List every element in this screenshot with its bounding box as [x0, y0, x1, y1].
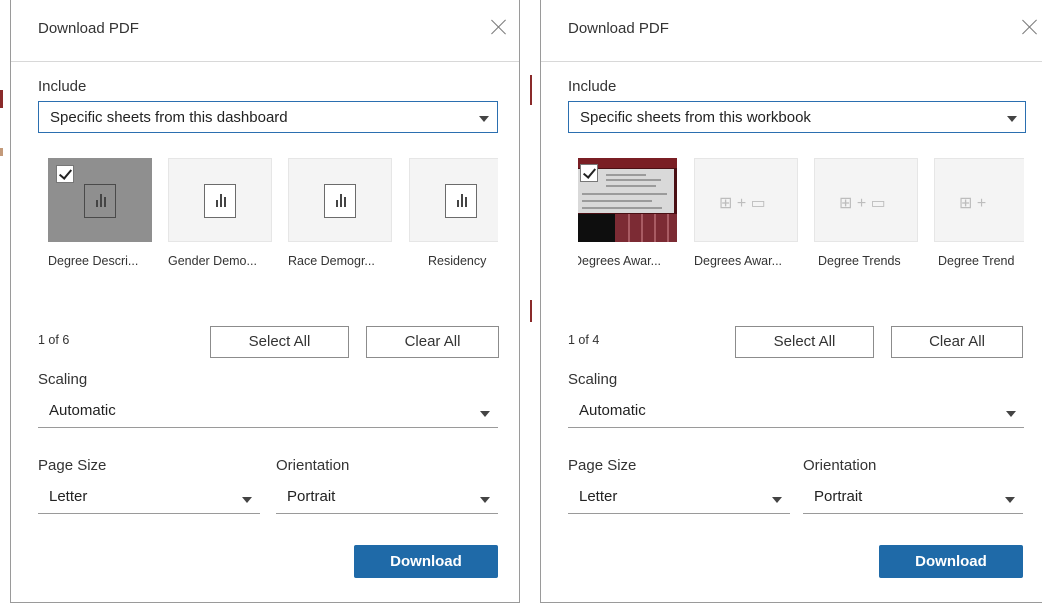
- download-pdf-dialog-dashboard: Download PDF Include Specific sheets fro…: [10, 0, 520, 603]
- background-edge: [530, 300, 532, 322]
- sheet-name: Gender Demo...: [168, 254, 257, 268]
- include-select[interactable]: Specific sheets from this dashboard: [38, 101, 498, 133]
- chevron-down-icon: [242, 497, 252, 503]
- page-size-value: Letter: [579, 488, 618, 505]
- sheet-name: Degree Trend: [938, 254, 1015, 268]
- sheet-thumbnail-box: [168, 158, 272, 242]
- scaling-value: Automatic: [579, 402, 646, 419]
- dialog-header: Download PDF: [541, 0, 1042, 62]
- orientation-select[interactable]: Portrait: [276, 484, 498, 514]
- sheet-thumbnail-box: [48, 158, 152, 242]
- bar-chart-icon: [445, 184, 477, 218]
- background-edge: [0, 90, 3, 108]
- dashboard-placeholder-icon: ⊞ + ▭: [719, 195, 766, 212]
- sheet-thumbnail-box: ⊞ + ▭: [814, 158, 918, 242]
- page-size-value: Letter: [49, 488, 88, 505]
- select-all-button[interactable]: Select All: [210, 326, 349, 358]
- chevron-down-icon: [480, 497, 490, 503]
- download-button[interactable]: Download: [879, 545, 1023, 578]
- include-select[interactable]: Specific sheets from this workbook: [568, 101, 1026, 133]
- sheet-thumbnail-box: ⊞ + ▭: [694, 158, 798, 242]
- scaling-label: Scaling: [568, 371, 618, 388]
- download-pdf-dialog-workbook: Download PDF Include Specific sheets fro…: [540, 0, 1042, 603]
- selection-count: 1 of 4: [568, 333, 600, 347]
- bar-chart-icon: [324, 184, 356, 218]
- background-edge: [0, 148, 3, 156]
- checkbox-checked-icon[interactable]: [56, 165, 74, 183]
- orientation-value: Portrait: [287, 488, 336, 505]
- include-label: Include: [38, 78, 87, 95]
- scaling-value: Automatic: [49, 402, 116, 419]
- include-label: Include: [568, 78, 617, 95]
- sheet-thumbnail-box: ⊞ +: [934, 158, 1024, 242]
- sheet-name: Degree Trends: [818, 254, 901, 268]
- clear-all-button[interactable]: Clear All: [891, 326, 1023, 358]
- sheet-name: Race Demogr...: [288, 254, 375, 268]
- chevron-down-icon: [1007, 116, 1017, 122]
- orientation-label: Orientation: [276, 457, 350, 474]
- clear-all-button[interactable]: Clear All: [366, 326, 499, 358]
- bar-chart-icon: [84, 184, 116, 218]
- orientation-label: Orientation: [803, 457, 877, 474]
- dialog-title: Download PDF: [38, 20, 139, 37]
- sheet-thumbnail-box: [288, 158, 392, 242]
- background-edge: [530, 75, 532, 105]
- chevron-down-icon: [479, 116, 489, 122]
- close-icon[interactable]: [489, 17, 509, 37]
- orientation-select[interactable]: Portrait: [803, 484, 1023, 514]
- download-button[interactable]: Download: [354, 545, 498, 578]
- chevron-down-icon: [772, 497, 782, 503]
- bar-chart-icon: [204, 184, 236, 218]
- checkbox-checked-icon[interactable]: [580, 164, 598, 182]
- dashboard-placeholder-icon: ⊞ + ▭: [839, 195, 886, 212]
- select-all-button[interactable]: Select All: [735, 326, 874, 358]
- include-select-value: Specific sheets from this dashboard: [50, 109, 288, 126]
- page-size-select[interactable]: Letter: [38, 484, 260, 514]
- sheet-thumbnails: Degree Descri... Gender Demo... Race Dem…: [48, 158, 498, 278]
- chevron-down-icon: [1005, 497, 1015, 503]
- include-select-value: Specific sheets from this workbook: [580, 109, 811, 126]
- dialog-title: Download PDF: [568, 20, 669, 37]
- sheet-name: Residency: [428, 254, 487, 268]
- sheet-thumbnail-box: [578, 158, 677, 242]
- page-size-label: Page Size: [38, 457, 107, 474]
- sheet-thumbnail-box: [409, 158, 498, 242]
- sheet-thumbnails: Degrees Awar... ⊞ + ▭ Degrees Awar... ⊞ …: [578, 158, 1024, 278]
- page-size-select[interactable]: Letter: [568, 484, 790, 514]
- sheet-name: Degrees Awar...: [694, 254, 783, 268]
- scaling-select[interactable]: Automatic: [38, 398, 498, 428]
- scaling-label: Scaling: [38, 371, 88, 388]
- close-icon[interactable]: [1020, 17, 1040, 37]
- dashboard-placeholder-icon: ⊞ +: [959, 195, 987, 212]
- selection-count: 1 of 6: [38, 333, 70, 347]
- chevron-down-icon: [480, 411, 490, 417]
- chevron-down-icon: [1006, 411, 1016, 417]
- dialog-header: Download PDF: [11, 0, 519, 62]
- sheet-name: Degrees Awar...: [578, 254, 662, 268]
- sheet-name: Degree Descri...: [48, 254, 139, 268]
- orientation-value: Portrait: [814, 488, 863, 505]
- page-size-label: Page Size: [568, 457, 637, 474]
- scaling-select[interactable]: Automatic: [568, 398, 1024, 428]
